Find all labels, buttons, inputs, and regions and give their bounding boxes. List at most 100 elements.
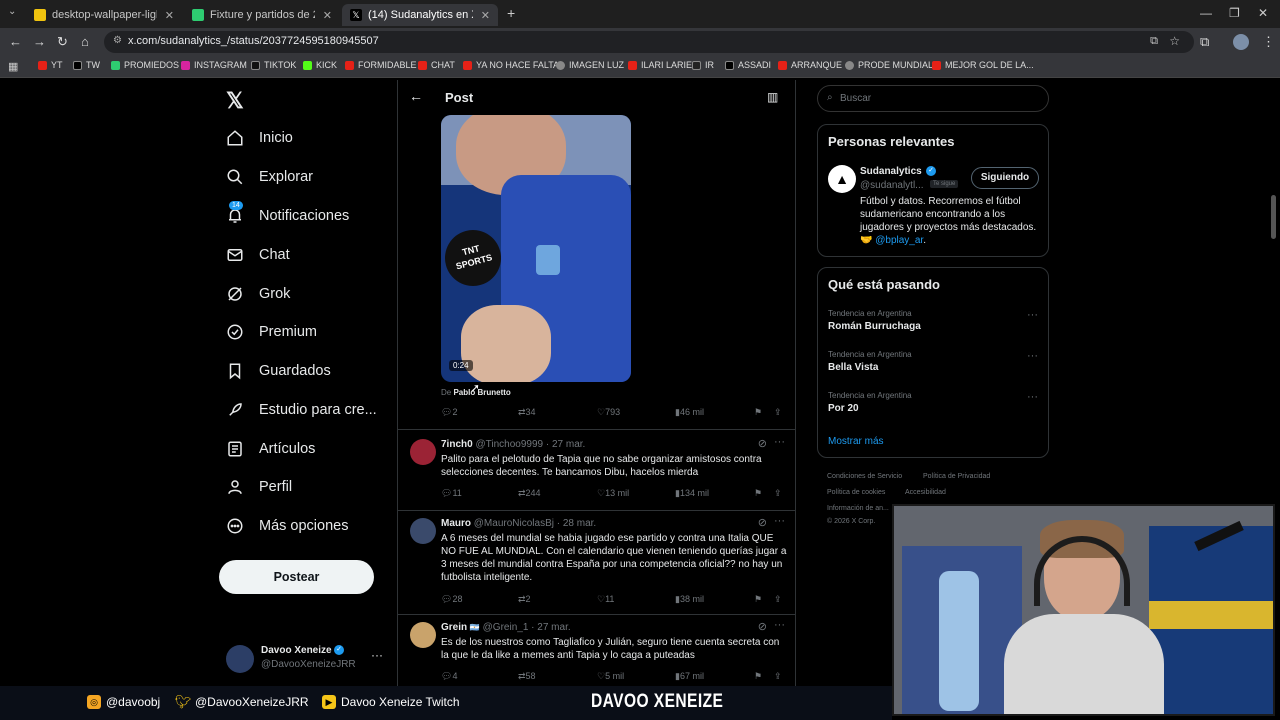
repost-button[interactable]: ⇄ 58 (518, 671, 536, 682)
more-dots-icon[interactable]: ··· (1027, 350, 1038, 362)
close-icon[interactable]: ✕ (481, 9, 490, 22)
new-tab-icon[interactable]: + (507, 5, 515, 21)
sidebar-item-perfil[interactable]: Perfil (226, 474, 292, 500)
bookmark-ilari-larie[interactable]: ILARI LARIE (628, 60, 692, 70)
grok-icon[interactable]: ⊘ (758, 620, 767, 633)
browser-tab-1[interactable]: desktop-wallpaper-light-yellow ✕ (26, 4, 182, 26)
site-info-icon[interactable]: ⚙ (113, 35, 122, 46)
more-dots-icon[interactable]: ··· (774, 619, 785, 631)
back-icon[interactable]: ← (9, 34, 22, 49)
like-button[interactable]: ♡ 793 (597, 407, 620, 418)
bookmark-button[interactable]: ⚑ (754, 488, 762, 499)
reply-button[interactable]: 💬︎ 11 (441, 488, 462, 499)
bookmark-assadi[interactable]: ASSADI (725, 60, 771, 70)
sidebar-item-estudio[interactable]: Estudio para cre... (226, 397, 377, 423)
reply-date[interactable]: · 28 mar. (557, 518, 596, 529)
sidebar-item-inicio[interactable]: Inicio (226, 125, 293, 151)
bookmark-star-icon[interactable]: ☆ (1169, 34, 1180, 48)
sidebar-item-articulos[interactable]: Artículos (226, 436, 315, 462)
bookmark-prode-mundial[interactable]: PRODE MUNDIAL (845, 60, 933, 70)
address-bar[interactable]: ⚙ x.com/sudanalytics_/status/20377245951… (104, 31, 1194, 53)
reply-author[interactable]: Grein (441, 622, 467, 633)
post-button[interactable]: Postear (219, 560, 374, 594)
grok-icon[interactable]: ⊘ (758, 516, 767, 529)
repost-button[interactable]: ⇄ 244 (518, 488, 541, 499)
bookmark-mejor-gol[interactable]: MEJOR GOL DE LA... (932, 60, 1034, 70)
share-button[interactable]: ⇪ (774, 671, 782, 682)
forward-icon[interactable]: → (33, 34, 46, 49)
reader-mode-icon[interactable]: ▥ (767, 90, 778, 104)
like-button[interactable]: ♡ 5 mil (597, 671, 624, 682)
sidebar-item-mas-opciones[interactable]: Más opciones (226, 513, 348, 539)
tab-search-icon[interactable]: ⌄ (8, 6, 16, 17)
bookmark-kick[interactable]: KICK (303, 60, 337, 70)
bookmark-yt[interactable]: YT (38, 60, 63, 70)
attribution-name[interactable]: Pablo Brunetto (453, 388, 510, 397)
bookmark-button[interactable]: ⚑ (754, 594, 762, 605)
page-scrollbar[interactable] (1271, 195, 1276, 239)
apps-grid-icon[interactable]: ▦ (8, 60, 18, 73)
bookmark-formidable[interactable]: FORMIDABLE (345, 60, 417, 70)
bio-link[interactable]: @bplay_ar (875, 235, 923, 246)
more-dots-icon[interactable]: ··· (1027, 309, 1038, 321)
footer-link[interactable]: Información de an... (827, 505, 889, 512)
more-dots-icon[interactable]: ··· (371, 648, 383, 662)
bookmark-promiedos[interactable]: PROMIEDOS (111, 60, 179, 70)
bookmark-tw[interactable]: TW (73, 60, 100, 70)
search-input[interactable]: ⌕ Buscar (817, 85, 1049, 112)
reply-post[interactable]: 7inch0 @Tinchoo9999 · 27 mar. ⊘ ··· Pali… (398, 430, 795, 510)
relevant-name[interactable]: Sudanalytics (860, 166, 922, 177)
reply-date[interactable]: · 27 mar. (531, 622, 570, 633)
browser-tab-3[interactable]: 𝕏 (14) Sudanalytics en X: "Antes ✕ (342, 4, 498, 26)
bookmark-chat[interactable]: CHAT (418, 60, 455, 70)
reply-handle[interactable]: @MauroNicolasBj (474, 518, 554, 529)
trend-item[interactable]: Román Burruchaga (828, 321, 921, 332)
bookmark-ir[interactable]: IR (692, 60, 714, 70)
install-icon[interactable]: ⧉ (1150, 35, 1158, 48)
more-dots-icon[interactable]: ··· (774, 436, 785, 448)
footer-link[interactable]: Condiciones de Servicio (827, 473, 902, 480)
window-close-icon[interactable]: ✕ (1258, 6, 1268, 20)
bookmark-button[interactable]: ⚑ (754, 671, 762, 682)
trend-item[interactable]: Por 20 (828, 403, 859, 414)
reply-post[interactable]: Mauro @MauroNicolasBj · 28 mar. ⊘ ··· A … (398, 511, 795, 615)
reply-handle[interactable]: @Grein_1 (483, 622, 529, 633)
browser-tab-2[interactable]: Fixture y partidos de 27-03-2026 ✕ (184, 4, 340, 26)
back-arrow-icon[interactable]: ← (409, 88, 423, 104)
close-icon[interactable]: ✕ (165, 9, 174, 22)
grok-icon[interactable]: ⊘ (758, 437, 767, 450)
home-page-icon[interactable]: ⌂ (81, 34, 89, 49)
menu-kebab-icon[interactable]: ⋮ (1262, 34, 1275, 50)
reply-date[interactable]: · 27 mar. (546, 439, 585, 450)
sidebar-item-notificaciones[interactable]: 14 Notificaciones (226, 201, 349, 229)
show-more-link[interactable]: Mostrar más (828, 436, 884, 447)
bookmark-tiktok[interactable]: TIKTOK (251, 60, 296, 70)
footer-link[interactable]: Política de Privacidad (923, 473, 990, 480)
relevant-handle[interactable]: @sudanalytl... (860, 180, 924, 191)
bookmark-arranque[interactable]: ARRANQUE (778, 60, 842, 70)
restore-icon[interactable]: ❐ (1229, 6, 1240, 20)
reply-button[interactable]: 💬︎ 2 (441, 407, 457, 418)
like-button[interactable]: ♡ 13 mil (597, 488, 629, 499)
x-logo-icon[interactable]: 𝕏 (226, 88, 244, 114)
views-button[interactable]: ▮ 134 mil (675, 488, 709, 499)
bookmark-ya-no-hace-falta[interactable]: YA NO HACE FALTA (463, 60, 559, 70)
following-button[interactable]: Siguiendo (971, 167, 1039, 189)
more-dots-icon[interactable]: ··· (774, 515, 785, 527)
reply-author[interactable]: 7inch0 (441, 439, 473, 450)
sidebar-item-explorar[interactable]: Explorar (226, 164, 313, 190)
bookmark-button[interactable]: ⚑ (754, 407, 762, 418)
avatar[interactable]: ▲ (828, 165, 856, 193)
sidebar-item-grok[interactable]: Grok (226, 281, 290, 307)
share-button[interactable]: ⇪ (774, 488, 782, 499)
close-icon[interactable]: ✕ (323, 9, 332, 22)
views-button[interactable]: ▮ 38 mil (675, 594, 704, 605)
views-button[interactable]: ▮ 67 mil (675, 671, 704, 682)
minimize-icon[interactable]: — (1200, 6, 1212, 20)
bookmark-imagen-luz[interactable]: IMAGEN LUZ (556, 60, 624, 70)
profile-avatar[interactable] (1233, 34, 1249, 50)
reply-author[interactable]: Mauro (441, 518, 471, 529)
sidebar-item-premium[interactable]: Premium (226, 319, 317, 345)
reload-icon[interactable]: ↻ (57, 34, 68, 50)
share-button[interactable]: ⇪ (774, 594, 782, 605)
